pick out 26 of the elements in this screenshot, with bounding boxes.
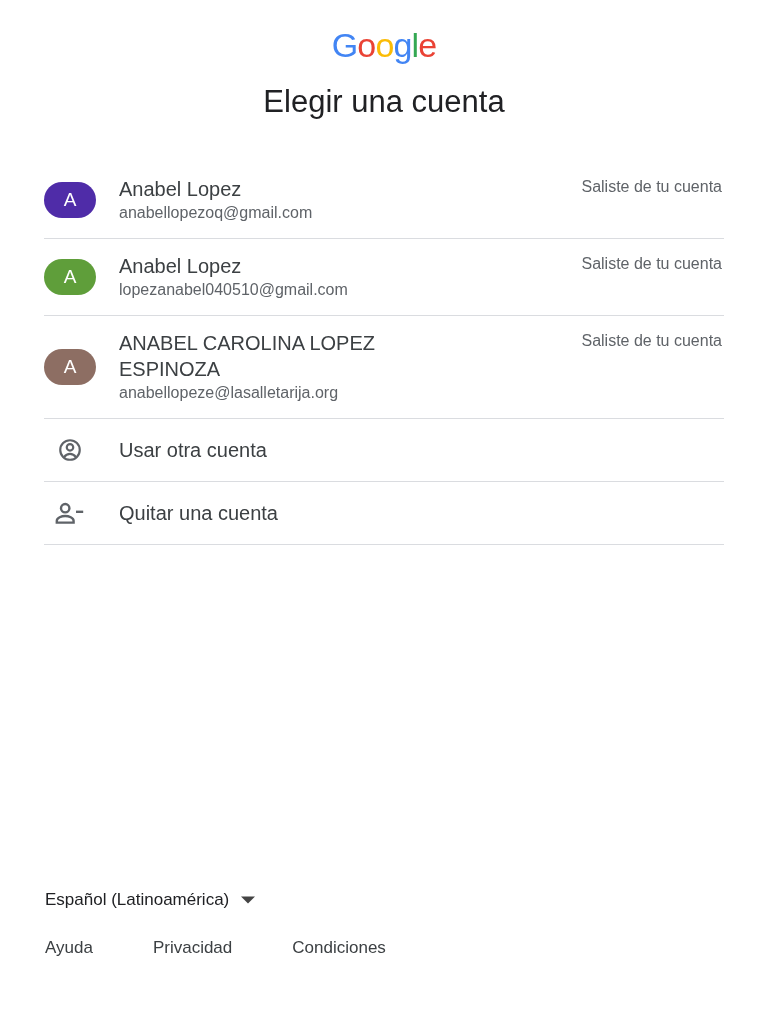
account-email: anabellopezoq@gmail.com <box>119 203 314 223</box>
account-status: Saliste de tu cuenta <box>581 254 722 274</box>
language-selector[interactable]: Español (Latinoamérica) <box>45 887 256 913</box>
avatar: A <box>44 259 96 295</box>
logo: Google <box>331 26 437 64</box>
footer-link[interactable]: Ayuda <box>45 934 93 960</box>
footer-link[interactable]: Condiciones <box>292 934 386 960</box>
account-action[interactable]: Quitar una cuenta <box>44 482 724 545</box>
account-item[interactable]: A ANABEL CAROLINA LOPEZ ESPINOZA anabellopeze@lasalletarija.org Saliste de tu cuenta <box>44 316 724 419</box>
page-title: Elegir una cuenta <box>263 83 505 121</box>
account-item[interactable]: A Anabel Lopez anabellopezoq@gmail.com Saliste de tu cuenta <box>44 162 724 239</box>
account-item[interactable]: A Anabel Lopez lopezanabel040510@gmail.com Saliste de tu cuenta <box>44 239 724 316</box>
account-name: ANABEL CAROLINA LOPEZ ESPINOZA <box>119 331 376 382</box>
footer-link[interactable]: Privacidad <box>152 934 233 960</box>
account-name: Anabel Lopez <box>119 177 243 202</box>
avatar: A <box>44 349 96 385</box>
account-name: Anabel Lopez <box>119 254 243 279</box>
account-email: lopezanabel040510@gmail.com <box>119 280 349 300</box>
avatar: A <box>44 182 96 218</box>
account-status: Saliste de tu cuenta <box>581 177 722 197</box>
account-status: Saliste de tu cuenta <box>581 331 722 351</box>
dropdown-caret-icon <box>241 895 256 904</box>
account-action[interactable]: Usar otra cuenta <box>44 419 724 482</box>
action-label: Quitar una cuenta <box>119 501 278 526</box>
account-email: anabellopeze@lasalletarija.org <box>119 383 340 403</box>
action-label: Usar otra cuenta <box>119 438 267 463</box>
